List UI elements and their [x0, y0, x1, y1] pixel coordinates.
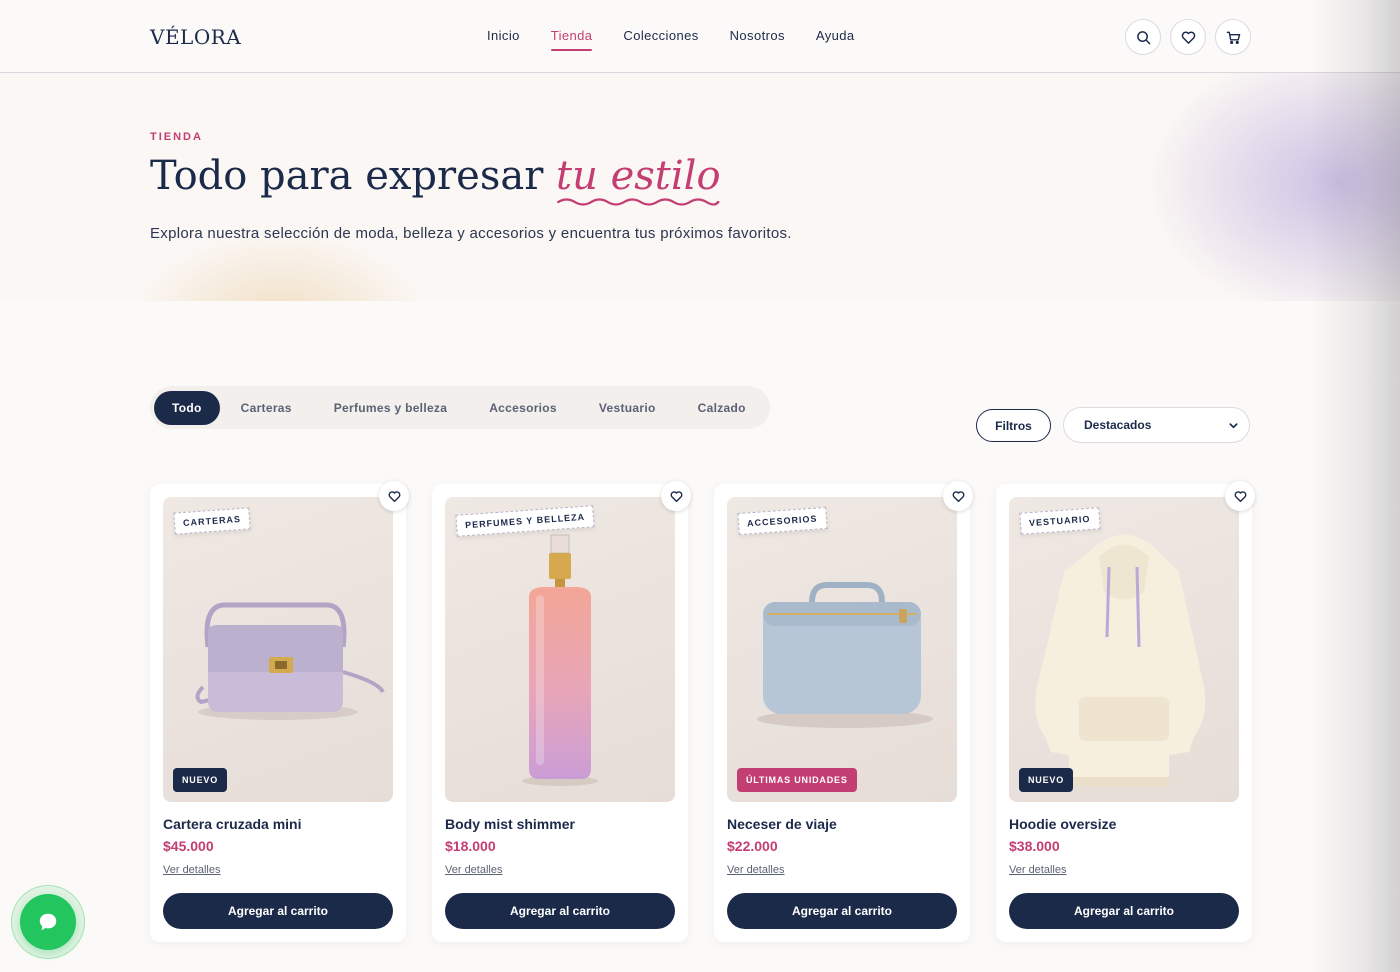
heart-icon [1234, 490, 1246, 502]
chat-widget [11, 885, 85, 959]
product-card: ACCESORIOS ÚLTIMAS UNIDADES Neceser de v… [714, 481, 973, 942]
nav-item-colecciones[interactable]: Colecciones [623, 28, 698, 51]
wishlist-button[interactable] [1170, 19, 1206, 55]
product-card: CARTERAS NUEVO Cartera cruzada mini $45.… [150, 481, 409, 942]
product-card: PERFUMES Y BELLEZA Body mist shimmer $18… [432, 481, 691, 942]
category-filter-bar: Todo Carteras Perfumes y belleza Accesor… [150, 386, 770, 429]
heart-icon [670, 490, 682, 502]
favorite-button[interactable] [661, 481, 691, 511]
product-image[interactable]: CARTERAS NUEVO [163, 497, 393, 802]
chevron-down-icon [1229, 423, 1238, 429]
sort-select[interactable]: Destacados [1063, 407, 1250, 443]
chip-accesorios[interactable]: Accesorios [468, 391, 578, 425]
cart-icon [1226, 31, 1240, 44]
nav-item-nosotros[interactable]: Nosotros [730, 28, 785, 51]
chat-bubble-icon [39, 913, 57, 931]
product-name[interactable]: Body mist shimmer [445, 816, 675, 832]
chip-todo[interactable]: Todo [154, 390, 220, 425]
hoodie-illustration [1035, 534, 1206, 787]
body-mist-illustration [522, 534, 598, 786]
add-to-cart-button[interactable]: Agregar al carrito [163, 893, 393, 929]
hero-banner: TIENDA Todo para expresar tu estilo Expl… [0, 73, 1400, 301]
squiggle-underline-icon [557, 198, 720, 206]
nav-item-ayuda[interactable]: Ayuda [816, 28, 855, 51]
product-price: $18.000 [445, 838, 496, 854]
product-image[interactable]: ACCESORIOS ÚLTIMAS UNIDADES [727, 497, 957, 802]
product-price: $38.000 [1009, 838, 1060, 854]
product-name[interactable]: Cartera cruzada mini [163, 816, 393, 832]
chip-vestuario[interactable]: Vestuario [578, 391, 677, 425]
product-price: $45.000 [163, 838, 214, 854]
title-accent-text: tu estilo [556, 153, 721, 199]
product-price: $22.000 [727, 838, 778, 854]
product-name[interactable]: Hoodie oversize [1009, 816, 1239, 832]
product-image[interactable]: VESTUARIO NUEVO [1009, 497, 1239, 802]
details-link[interactable]: Ver detalles [727, 864, 784, 876]
heart-icon [952, 490, 964, 502]
sort-selected-value: Destacados [1084, 418, 1152, 432]
favorite-button[interactable] [943, 481, 973, 511]
travel-case-illustration [757, 582, 933, 728]
chip-carteras[interactable]: Carteras [220, 391, 313, 425]
favorite-button[interactable] [379, 481, 409, 511]
hero-eyebrow: TIENDA [150, 131, 203, 143]
handbag-illustration [195, 602, 385, 720]
main-nav: Inicio Tienda Colecciones Nosotros Ayuda [487, 28, 886, 51]
product-card: VESTUARIO NUEVO Hoodie oversize $38.000 … [996, 481, 1255, 942]
favorite-button[interactable] [1225, 481, 1255, 511]
hero-subtitle: Explora nuestra selección de moda, belle… [150, 225, 792, 242]
nav-item-inicio[interactable]: Inicio [487, 28, 520, 51]
product-grid: CARTERAS NUEVO Cartera cruzada mini $45.… [150, 481, 1255, 942]
status-badge: NUEVO [1019, 768, 1074, 792]
chip-perfumes-y-belleza[interactable]: Perfumes y belleza [313, 391, 468, 425]
product-image[interactable]: PERFUMES Y BELLEZA [445, 497, 675, 802]
header-actions [1125, 19, 1251, 55]
status-badge: ÚLTIMAS UNIDADES [737, 768, 857, 792]
search-icon [1136, 30, 1150, 44]
details-link[interactable]: Ver detalles [163, 864, 220, 876]
add-to-cart-button[interactable]: Agregar al carrito [445, 893, 675, 929]
details-link[interactable]: Ver detalles [445, 864, 502, 876]
heart-icon [1181, 31, 1195, 44]
cart-button[interactable] [1215, 19, 1251, 55]
chat-button[interactable] [20, 894, 76, 950]
details-link[interactable]: Ver detalles [1009, 864, 1066, 876]
hero-glow-decoration [1130, 73, 1400, 301]
add-to-cart-button[interactable]: Agregar al carrito [727, 893, 957, 929]
heart-icon [388, 490, 400, 502]
title-accent: tu estilo [556, 153, 721, 206]
page-title: Todo para expresar tu estilo [150, 153, 721, 206]
nav-item-tienda[interactable]: Tienda [550, 28, 593, 51]
site-header: VÉLORA Inicio Tienda Colecciones Nosotro… [0, 0, 1400, 73]
product-name[interactable]: Neceser de viaje [727, 816, 957, 832]
chip-calzado[interactable]: Calzado [677, 391, 767, 425]
add-to-cart-button[interactable]: Agregar al carrito [1009, 893, 1239, 929]
status-badge: NUEVO [173, 768, 228, 792]
brand-logo[interactable]: VÉLORA [150, 25, 241, 49]
search-button[interactable] [1125, 19, 1161, 55]
title-main-text: Todo para expresar [150, 153, 557, 199]
filters-button[interactable]: Filtros [976, 409, 1051, 442]
